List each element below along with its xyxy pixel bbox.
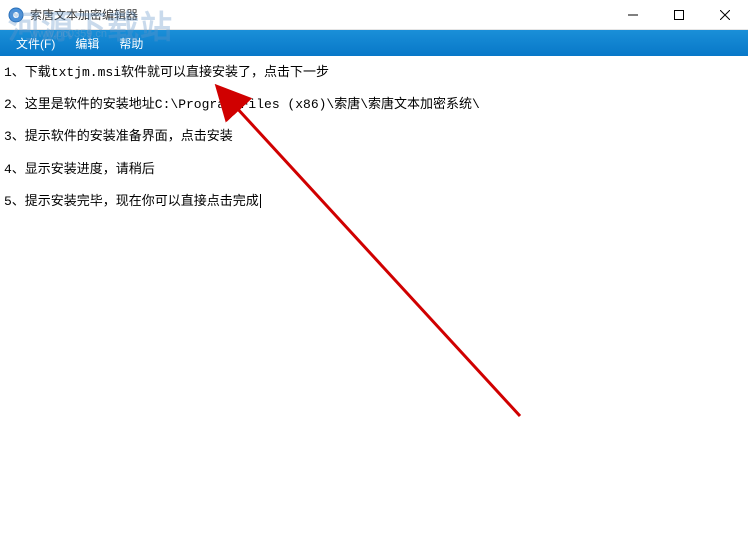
text-line: 3、提示软件的安装准备界面，点击安装 <box>4 128 744 146</box>
minimize-button[interactable] <box>610 0 656 29</box>
menu-edit[interactable]: 编辑 <box>65 31 109 56</box>
menu-help[interactable]: 帮助 <box>109 31 153 56</box>
text-cursor <box>260 194 261 208</box>
text-line: 2、这里是软件的安装地址C:\Program Files (x86)\索唐\索唐… <box>4 96 744 114</box>
text-line: 4、显示安装进度，请稍后 <box>4 161 744 179</box>
close-button[interactable] <box>702 0 748 29</box>
app-icon <box>8 7 24 23</box>
maximize-button[interactable] <box>656 0 702 29</box>
text-line: 5、提示安装完毕，现在你可以直接点击完成 <box>4 193 744 211</box>
editor-content[interactable]: 1、下载txtjm.msi软件就可以直接安装了，点击下一步 2、这里是软件的安装… <box>0 56 748 552</box>
window-controls <box>610 0 748 29</box>
window-title: 索唐文本加密编辑器 <box>30 6 610 23</box>
menu-file[interactable]: 文件(F) <box>6 31 65 56</box>
menubar: 文件(F) 编辑 帮助 <box>0 30 748 56</box>
text-line: 1、下载txtjm.msi软件就可以直接安装了，点击下一步 <box>4 64 744 82</box>
titlebar: 索唐文本加密编辑器 <box>0 0 748 30</box>
